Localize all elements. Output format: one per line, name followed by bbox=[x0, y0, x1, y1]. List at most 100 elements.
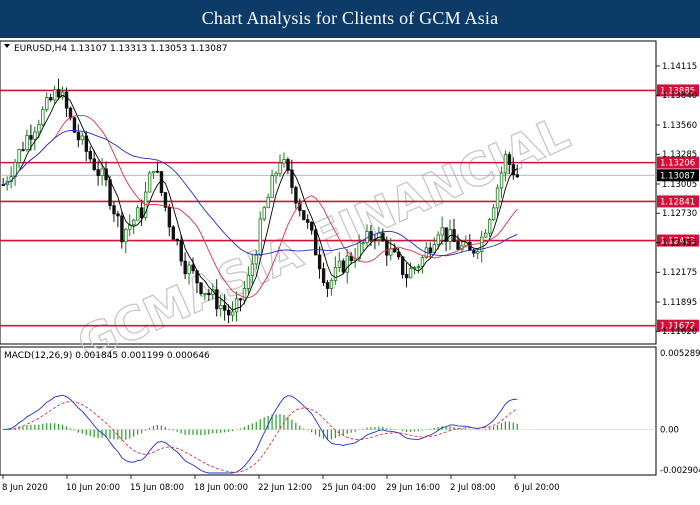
candle-body bbox=[302, 210, 306, 221]
candle-body bbox=[187, 264, 191, 275]
candle-body bbox=[238, 298, 243, 301]
candle-body bbox=[428, 247, 433, 253]
candle-body bbox=[159, 171, 164, 194]
y-tick-label: 1.13840 bbox=[662, 91, 697, 101]
candle-body bbox=[64, 91, 69, 109]
candle-body bbox=[167, 206, 172, 228]
header-bar: Chart Analysis for Clients of GCM Asia bbox=[0, 0, 700, 38]
x-tick-label: 10 Jun 20:00 bbox=[66, 483, 120, 493]
level-label: 1.12841 bbox=[660, 197, 695, 207]
y-tick-label: 1.11620 bbox=[662, 327, 697, 337]
candle-body bbox=[270, 175, 274, 198]
candle-body bbox=[246, 275, 251, 289]
candle-body bbox=[21, 149, 25, 152]
y-tick-label: 1.13285 bbox=[662, 150, 697, 160]
candle-body bbox=[377, 232, 381, 240]
candle-body bbox=[325, 282, 330, 289]
y-tick-label: 1.12175 bbox=[662, 268, 697, 278]
candle-body bbox=[278, 162, 282, 174]
candle-body bbox=[306, 219, 310, 223]
candle-body bbox=[250, 263, 255, 276]
candle-body bbox=[507, 154, 512, 166]
candle-body bbox=[29, 135, 33, 140]
candle-body bbox=[495, 187, 500, 209]
macd-info-line: MACD(12,26,9) 0.001845 0.001199 0.000646 bbox=[4, 351, 210, 361]
macd-signal-line bbox=[3, 401, 518, 473]
candle-body bbox=[124, 228, 128, 243]
candle-body bbox=[207, 292, 211, 296]
candle-body bbox=[215, 289, 219, 310]
candle-body bbox=[341, 260, 346, 273]
candle-body bbox=[49, 97, 53, 101]
candle-body bbox=[484, 232, 488, 238]
y-tick-label: 1.13005 bbox=[662, 180, 697, 190]
candle-body bbox=[151, 170, 156, 174]
candle-body bbox=[499, 172, 504, 189]
macd-indicator bbox=[0, 394, 656, 474]
y-tick-label: 1.14115 bbox=[662, 62, 697, 72]
candle-body bbox=[385, 240, 389, 256]
watermark-text: GCMASIA FINANCIAL bbox=[70, 106, 578, 372]
page-title: Chart Analysis for Clients of GCM Asia bbox=[201, 8, 499, 28]
candle-body bbox=[321, 268, 326, 283]
chart-panel[interactable]: GCMASIA FINANCIAL 1.13885 1.13206 1.12841 1… bbox=[0, 38, 700, 500]
x-tick-label: 18 Jun 00:00 bbox=[194, 483, 248, 493]
candle-body bbox=[171, 226, 176, 240]
candle-body bbox=[242, 288, 247, 301]
macd-y-tick-label: -0.002904 bbox=[660, 466, 700, 476]
candle-body bbox=[179, 240, 183, 262]
candle-body bbox=[436, 234, 440, 245]
candle-body bbox=[258, 218, 263, 255]
candle-body bbox=[230, 311, 235, 316]
candle-body bbox=[503, 154, 508, 174]
candle-body bbox=[274, 172, 278, 177]
candle-body bbox=[80, 135, 85, 141]
candle-body bbox=[313, 229, 318, 256]
candle-body bbox=[116, 213, 120, 217]
candle-body bbox=[175, 238, 179, 242]
macd-y-tick-label: 0.00 bbox=[660, 426, 679, 436]
symbol-info-line: EURUSD,H4 1.13107 1.13313 1.13053 1.1308… bbox=[14, 44, 227, 54]
candle-body bbox=[37, 124, 41, 133]
symbol-dropdown-icon[interactable] bbox=[4, 44, 10, 48]
candle-body bbox=[120, 215, 124, 243]
candle-body bbox=[234, 298, 239, 313]
chart-svg[interactable]: GCMASIA FINANCIAL 1.138851.132061.128411… bbox=[0, 38, 700, 500]
watermark: GCMASIA FINANCIAL bbox=[69, 105, 578, 372]
candle-body bbox=[17, 149, 21, 163]
candle-body bbox=[456, 241, 460, 250]
candle-body bbox=[333, 267, 338, 281]
candle-body bbox=[294, 187, 298, 204]
y-tick-label: 1.13560 bbox=[662, 121, 697, 131]
candle-body bbox=[361, 242, 365, 245]
x-tick-label: 22 Jun 12:00 bbox=[258, 483, 312, 493]
candle-body bbox=[440, 227, 444, 236]
candle-body bbox=[310, 222, 314, 231]
x-tick-label: 29 Jun 16:00 bbox=[386, 483, 440, 493]
candle-body bbox=[515, 174, 520, 178]
candle-body bbox=[420, 257, 425, 267]
candle-body bbox=[329, 279, 334, 289]
macd-y-tick-label: 0.005289 bbox=[660, 349, 700, 359]
candle-body bbox=[191, 264, 195, 272]
main-plot-frame bbox=[0, 40, 657, 345]
candle-body bbox=[203, 292, 207, 295]
candle-body bbox=[147, 172, 152, 193]
candle-body bbox=[487, 219, 492, 234]
x-tick-label: 2 Jul 08:00 bbox=[450, 483, 496, 493]
candle-body bbox=[132, 219, 136, 226]
time-axis: 8 Jun 2020 10 Jun 20:00 15 Jun 08:00 18 Jun… bbox=[2, 475, 560, 493]
candle-body bbox=[404, 274, 409, 279]
x-tick-label: 8 Jun 2020 bbox=[2, 483, 48, 493]
price-axis: 1.138851.132061.128411.124731.116721.141… bbox=[656, 62, 700, 476]
candle-body bbox=[183, 260, 187, 275]
candle-body bbox=[393, 248, 397, 253]
candle-body bbox=[262, 207, 266, 220]
candle-body bbox=[337, 260, 342, 268]
candle-body bbox=[136, 207, 140, 221]
candle-body bbox=[472, 249, 476, 254]
x-tick-label: 6 Jul 20:00 bbox=[514, 483, 560, 493]
candle-body bbox=[68, 107, 73, 119]
candle-body bbox=[41, 109, 45, 126]
y-tick-label: 1.12730 bbox=[662, 209, 697, 219]
